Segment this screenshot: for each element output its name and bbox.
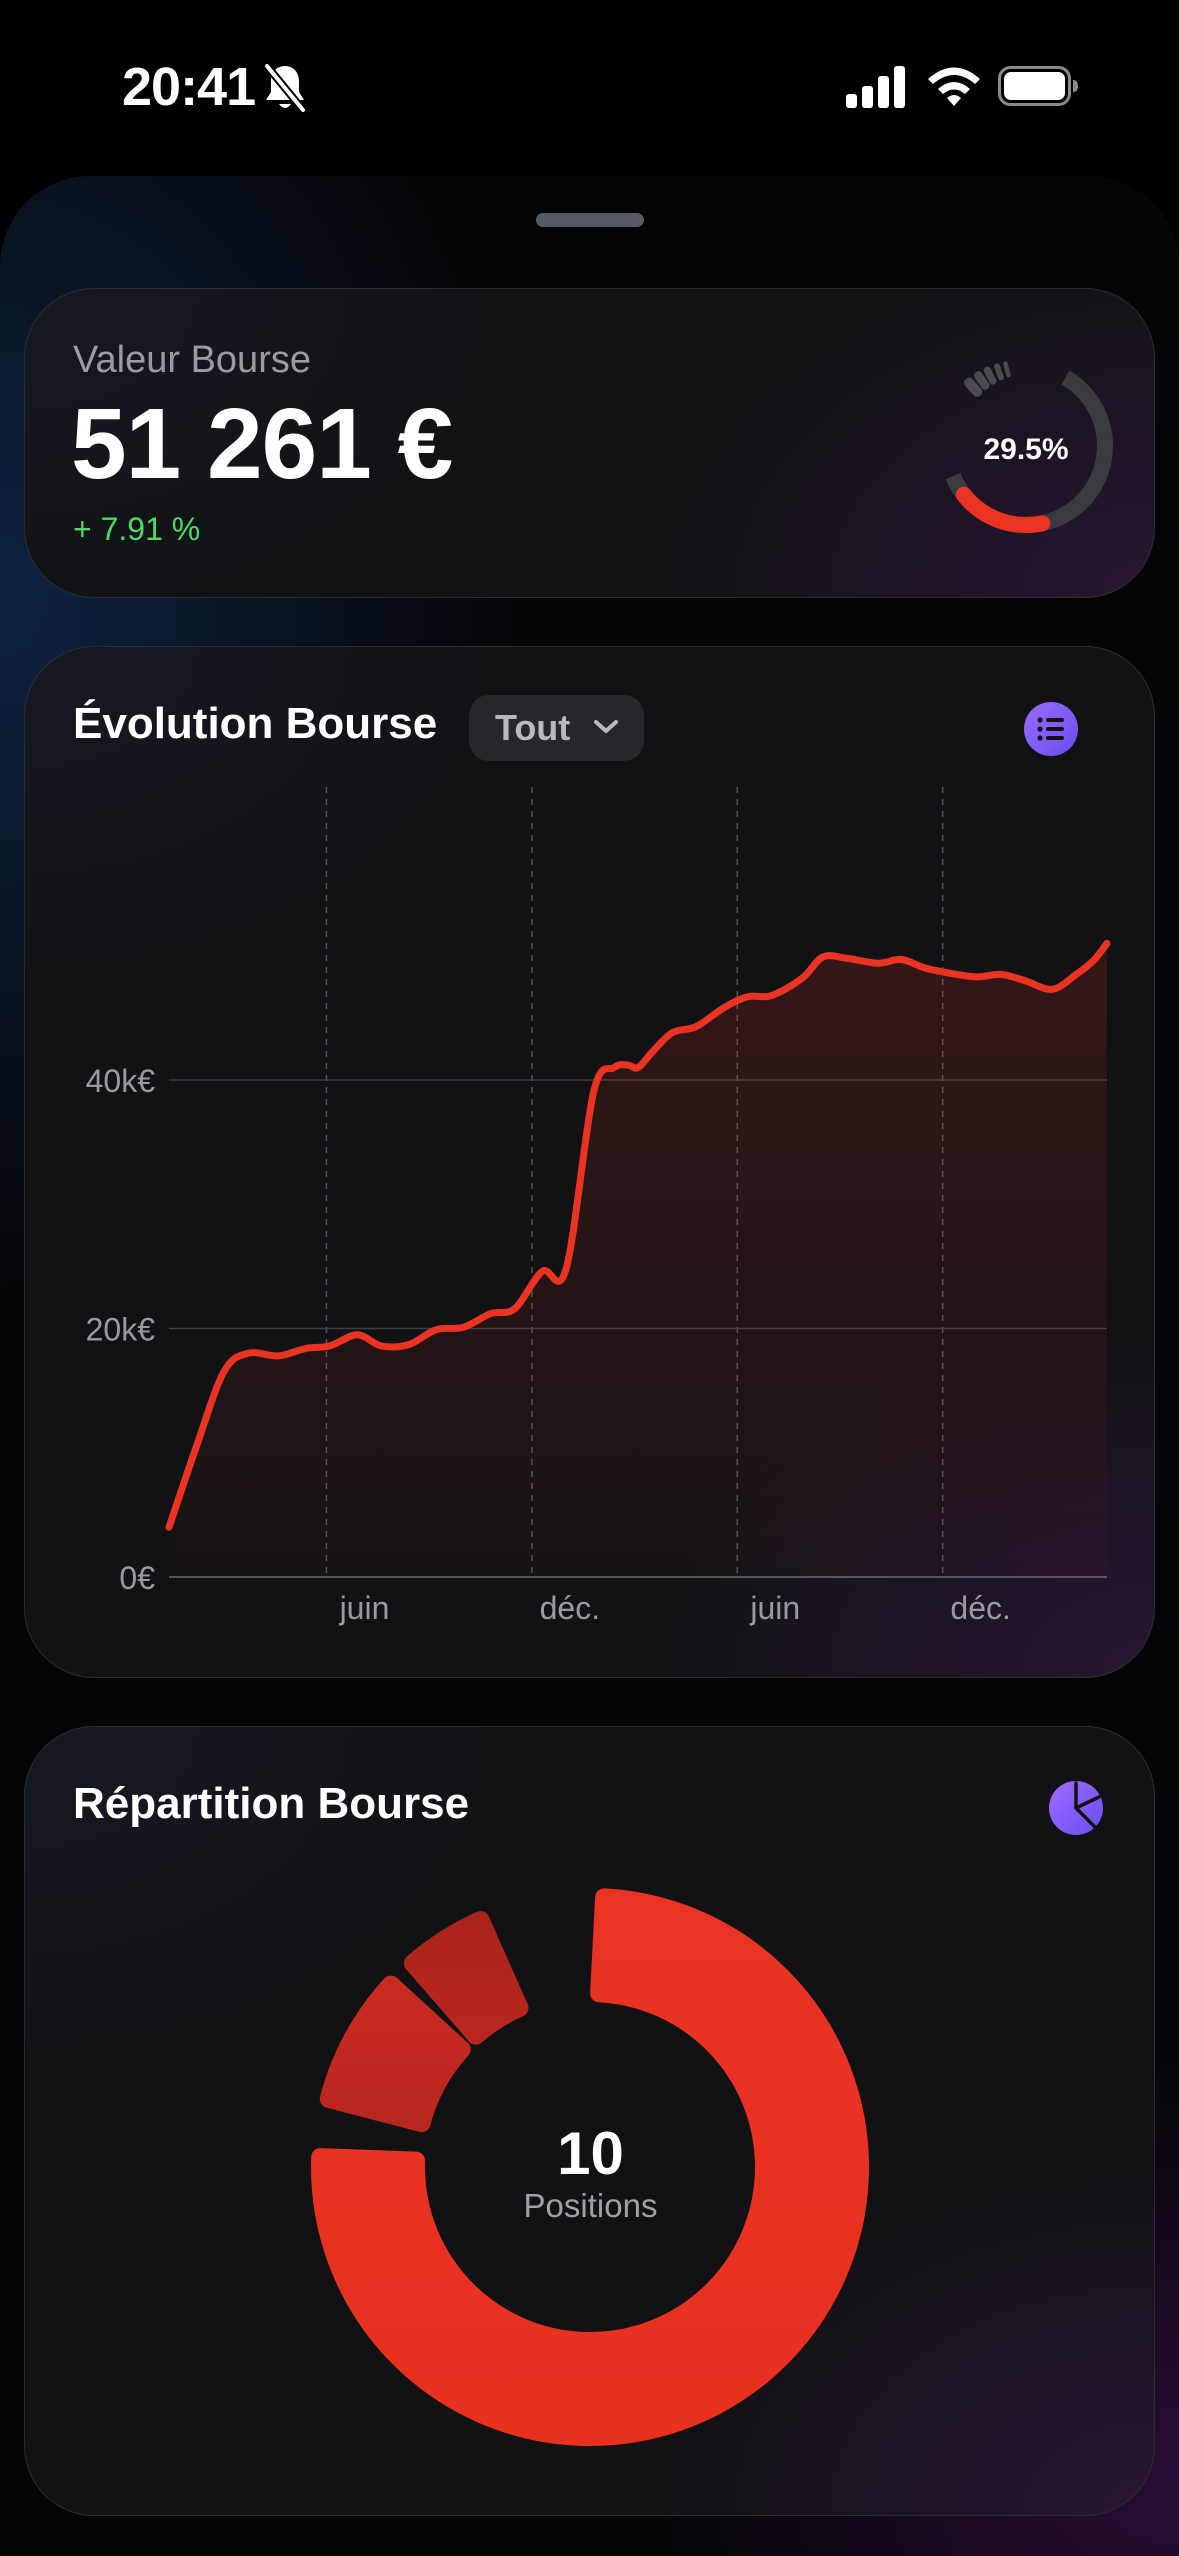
x-tick-label: juin — [339, 1590, 390, 1626]
gauge-tick — [974, 371, 990, 390]
x-tick-label: déc. — [540, 1590, 600, 1626]
performance-gauge: 29.5% — [939, 359, 1113, 533]
area-fill — [169, 943, 1107, 1577]
cellular-signal-icon — [846, 66, 905, 108]
x-tick-label: juin — [749, 1590, 800, 1626]
gauge-progress-arc — [955, 486, 1051, 533]
gauge-tick — [1003, 361, 1011, 378]
gauge-tick — [983, 366, 997, 385]
wifi-icon — [928, 67, 980, 106]
gauge-tick — [964, 377, 983, 397]
gauge-percentage: 29.5% — [983, 433, 1068, 466]
valeur-bourse-label: Valeur Bourse — [73, 339, 311, 381]
positions-count: 10 — [557, 2120, 624, 2187]
valeur-bourse-card[interactable]: Valeur Bourse 51 261 € + 7.91 % 29.5% — [24, 288, 1155, 598]
y-tick-label: 0€ — [119, 1560, 155, 1596]
bell-slash-icon — [263, 63, 307, 113]
portfolio-value: 51 261 € — [71, 388, 453, 500]
positions-label: Positions — [523, 2187, 658, 2224]
y-tick-label: 40k€ — [86, 1063, 156, 1099]
status-bar: 20:41 — [0, 0, 1179, 170]
repartition-bourse-card: Répartition Bourse 10 Positions — [24, 1726, 1155, 2516]
status-time: 20:41 — [122, 57, 256, 117]
battery-icon — [998, 66, 1078, 106]
evolution-chart: 0€ 20k€ 40k€ juin déc. juin déc. — [86, 787, 1111, 1626]
y-tick-label: 20k€ — [86, 1312, 156, 1348]
sheet-grabber[interactable] — [536, 213, 644, 227]
evolution-bourse-card: Évolution Bourse Tout 0€ 20k€ 40k€ juin déc.… — [24, 646, 1155, 1678]
x-tick-label: déc. — [950, 1590, 1010, 1626]
portfolio-change: + 7.91 % — [73, 511, 201, 547]
gauge-tick — [994, 363, 1004, 381]
